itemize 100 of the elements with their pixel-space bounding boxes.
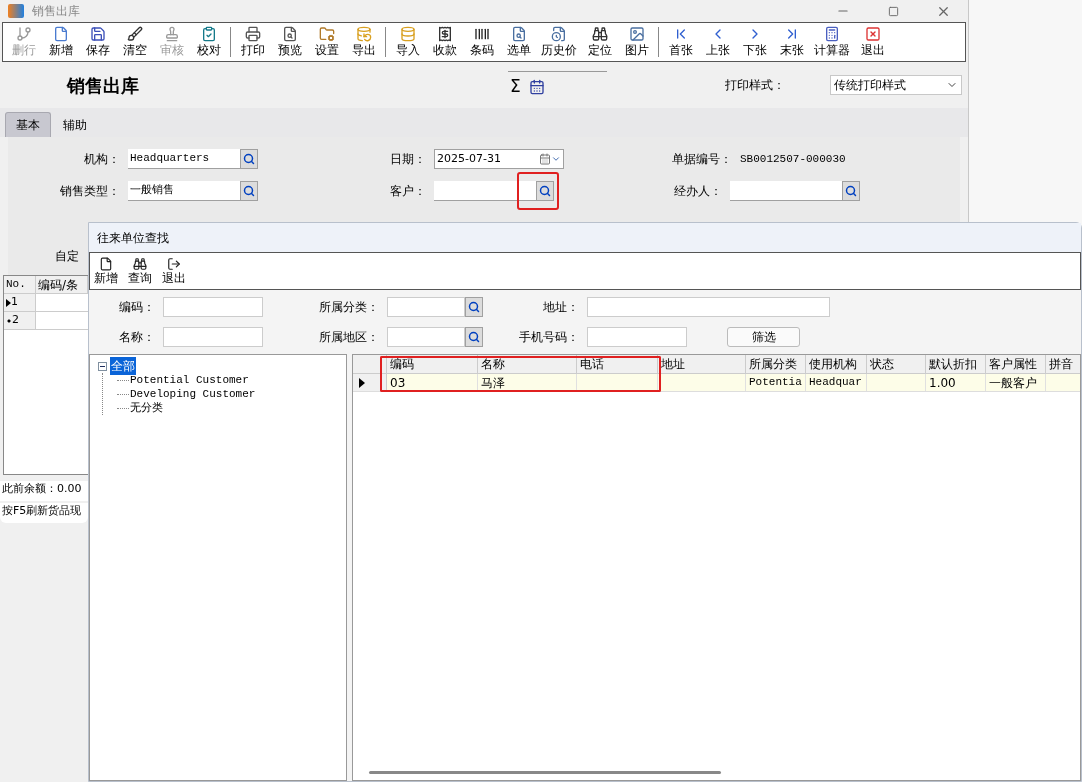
toolbar-button[interactable]: 新增 bbox=[42, 23, 79, 61]
toolbar-button[interactable]: 导入 bbox=[389, 23, 426, 61]
lookup-field[interactable]: Headquarters bbox=[128, 149, 240, 169]
field-label: 单据编号： bbox=[671, 151, 733, 168]
address-field[interactable] bbox=[587, 297, 830, 317]
calendar-icon bbox=[539, 153, 551, 165]
field-label: 机构： bbox=[83, 151, 121, 168]
horizontal-scrollbar[interactable] bbox=[369, 771, 721, 774]
calendar-grid-icon[interactable] bbox=[528, 78, 545, 95]
calculator-icon bbox=[824, 26, 840, 42]
toolbar-button[interactable]: 上张 bbox=[699, 23, 736, 61]
date-field[interactable]: 2025-07-31 bbox=[434, 149, 564, 169]
column-header: 使用机构 bbox=[806, 355, 867, 373]
branch-icon bbox=[15, 26, 32, 42]
file-icon bbox=[99, 256, 113, 271]
tree-item[interactable]: 全部 bbox=[110, 357, 136, 375]
document-magnifier-icon bbox=[510, 26, 527, 42]
toolbar-button[interactable]: 图片 bbox=[618, 23, 655, 61]
tab[interactable]: 辅助 bbox=[53, 112, 97, 137]
search-button[interactable] bbox=[240, 149, 258, 169]
search-button[interactable] bbox=[536, 181, 554, 201]
binoculars-icon bbox=[133, 256, 147, 271]
row-number: 2 bbox=[4, 312, 36, 330]
filter-label: 所属分类： bbox=[318, 299, 380, 316]
dialog-toolbar-button[interactable]: 新增 bbox=[94, 256, 118, 286]
filter-label: 编码： bbox=[118, 299, 156, 316]
previous-balance: 此前余额：0.00 bbox=[0, 481, 88, 501]
column-header: 默认折扣 bbox=[926, 355, 986, 373]
table-cell: Headquar bbox=[806, 374, 867, 391]
document-number: SB0012507-000030 bbox=[740, 151, 847, 167]
database-icon bbox=[399, 26, 416, 42]
filter-field[interactable] bbox=[387, 297, 465, 317]
toolbar-button[interactable]: 历史价 bbox=[537, 23, 581, 61]
toolbar-button[interactable]: 清空 bbox=[116, 23, 153, 61]
toolbar-button[interactable]: 计算器 bbox=[810, 23, 854, 61]
dialog-toolbar-button[interactable]: 查询 bbox=[128, 256, 152, 286]
document-magnifier-icon bbox=[281, 26, 298, 42]
lookup-field[interactable]: 一般销售 bbox=[128, 181, 240, 201]
column-header: 客户属性 bbox=[986, 355, 1046, 373]
brush-icon bbox=[126, 26, 143, 42]
filter-field[interactable] bbox=[163, 327, 263, 347]
table-cell: Potentia bbox=[746, 374, 806, 391]
chevron-down-icon bbox=[551, 154, 561, 164]
search-button[interactable] bbox=[465, 297, 483, 317]
toolbar-button[interactable]: 末张 bbox=[773, 23, 810, 61]
tab[interactable]: 基本 bbox=[5, 112, 51, 137]
toolbar-button[interactable]: 收款 bbox=[426, 23, 463, 61]
column-header: 所属分类 bbox=[746, 355, 806, 373]
result-row[interactable]: 03 马泽 Potentia Headquar 1.00 一般客户 bbox=[353, 374, 1080, 392]
search-icon bbox=[539, 185, 551, 197]
toolbar-button[interactable]: 条码 bbox=[463, 23, 500, 61]
search-icon bbox=[468, 301, 480, 313]
maximize-icon bbox=[887, 5, 899, 17]
filter-label: 名称： bbox=[118, 329, 156, 346]
toolbar-button[interactable]: 设置 bbox=[308, 23, 345, 61]
toolbar-button[interactable]: 预览 bbox=[271, 23, 308, 61]
filter-field[interactable] bbox=[587, 327, 687, 347]
column-header: 拼音 bbox=[1046, 355, 1080, 373]
toolbar-button[interactable]: 保存 bbox=[79, 23, 116, 61]
stamp-icon bbox=[163, 26, 180, 42]
sum-symbol[interactable]: Σ bbox=[510, 78, 521, 95]
pointer-icon bbox=[6, 298, 11, 307]
lookup-field[interactable] bbox=[730, 181, 842, 201]
database-arrow-icon bbox=[355, 26, 372, 42]
toolbar-button[interactable]: 校对 bbox=[190, 23, 227, 61]
toolbar-button[interactable]: 导出 bbox=[345, 23, 382, 61]
toolbar-button[interactable]: 打印 bbox=[234, 23, 271, 61]
print-style-select[interactable]: 传统打印样式 bbox=[830, 75, 962, 95]
filter-label: 所属地区： bbox=[318, 329, 380, 346]
toolbar-button[interactable]: 退出 bbox=[854, 23, 891, 61]
field-label: 销售类型： bbox=[59, 183, 121, 200]
column-header: 地址 bbox=[658, 355, 746, 373]
field-label: 客户： bbox=[389, 183, 427, 200]
toolbar-button[interactable]: 下张 bbox=[736, 23, 773, 61]
column-header: 状态 bbox=[867, 355, 926, 373]
filter-label: 手机号码： bbox=[518, 329, 580, 346]
folder-gear-icon bbox=[318, 26, 335, 42]
filter-field[interactable] bbox=[163, 297, 263, 317]
clipboard-check-icon bbox=[200, 26, 217, 42]
lookup-field[interactable] bbox=[434, 181, 536, 201]
search-icon bbox=[468, 331, 480, 343]
dialog-title: 往来单位查找 bbox=[97, 229, 169, 247]
barcode-icon bbox=[473, 26, 490, 42]
search-button[interactable] bbox=[240, 181, 258, 201]
search-button[interactable] bbox=[465, 327, 483, 347]
app-logo-icon bbox=[8, 4, 24, 18]
field-label: 自定 bbox=[54, 248, 80, 265]
collapse-icon[interactable] bbox=[98, 361, 107, 371]
filter-label: 地址： bbox=[542, 299, 580, 316]
dialog-toolbar-button[interactable]: 退出 bbox=[162, 256, 186, 286]
filter-field[interactable] bbox=[387, 327, 465, 347]
toolbar-button[interactable]: 首张 bbox=[662, 23, 699, 61]
filter-button[interactable]: 筛选 bbox=[727, 327, 800, 347]
search-icon bbox=[243, 153, 255, 165]
binoculars-icon bbox=[591, 26, 608, 42]
printer-icon bbox=[244, 26, 261, 42]
toolbar-button[interactable]: 选单 bbox=[500, 23, 537, 61]
search-button[interactable] bbox=[842, 181, 860, 201]
print-style-label: 打印样式： bbox=[725, 77, 786, 94]
toolbar-button[interactable]: 定位 bbox=[581, 23, 618, 61]
